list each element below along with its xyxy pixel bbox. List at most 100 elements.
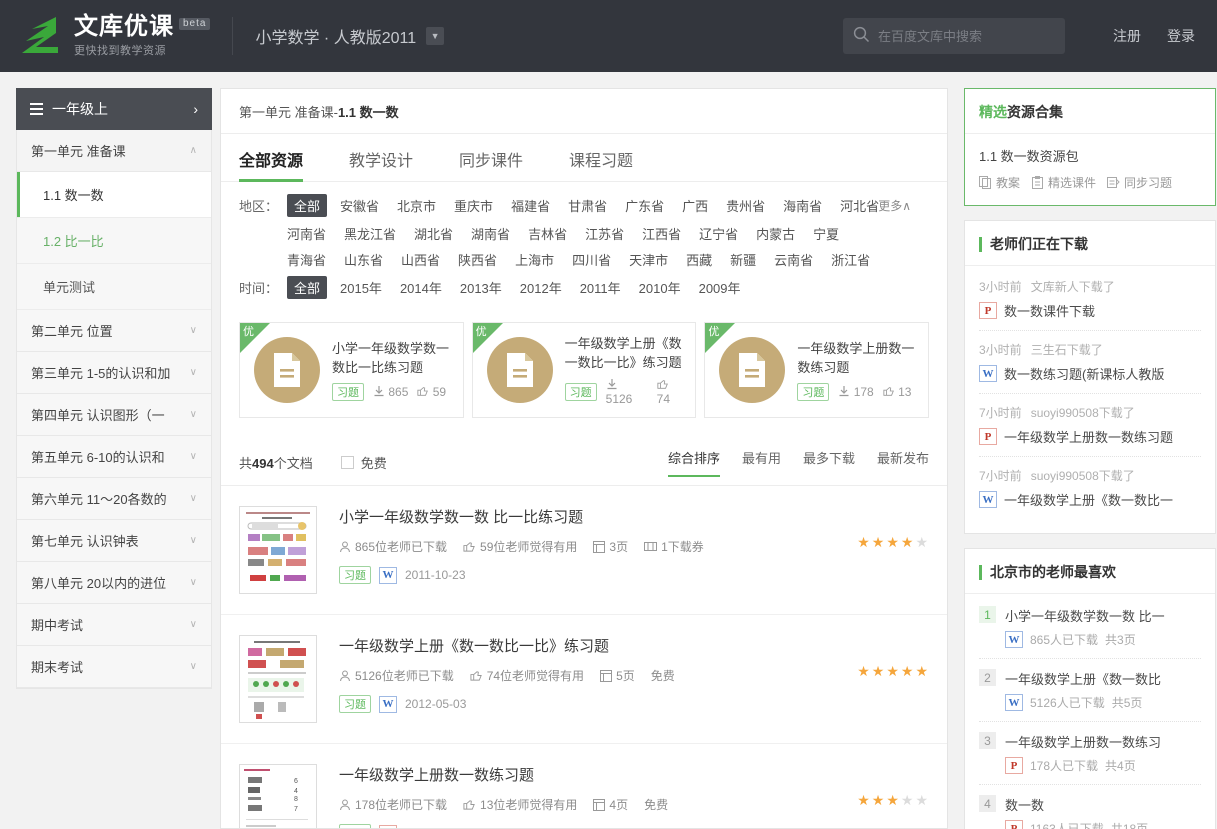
region-filter-item[interactable]: 山西省 <box>401 253 440 268</box>
time-filter-item[interactable]: 2014年 <box>400 281 442 296</box>
time-filter-item[interactable]: 2009年 <box>699 281 741 296</box>
chevron-down-icon: ∨ <box>190 451 197 462</box>
sidebar-unit-8[interactable]: 第八单元 20以内的进位∨ <box>17 562 211 604</box>
region-filter-item[interactable]: 内蒙古 <box>756 227 795 242</box>
downloading-item[interactable]: 7小时前suoyi990508下载了W一年级数学上册《数一数比一 <box>979 457 1201 519</box>
region-filter-item[interactable]: 河南省 <box>287 227 326 242</box>
region-filter-item[interactable]: 北京市 <box>397 199 436 214</box>
free-filter-checkbox[interactable]: 免费 <box>341 453 387 472</box>
search-box[interactable] <box>843 18 1065 54</box>
sidebar-unit-6[interactable]: 第六单元 11～20各数的∨ <box>17 478 211 520</box>
document-title[interactable]: 小学一年级数学数一数 比一比练习题 <box>339 506 929 527</box>
logo[interactable]: 文库优课 beta 更快找到教学资源 <box>0 13 210 59</box>
sidebar-lesson-3[interactable]: 单元测试 <box>17 264 211 310</box>
region-filter-item[interactable]: 湖北省 <box>414 227 453 242</box>
sidebar-unit-3[interactable]: 第三单元 1-5的认识和加∨ <box>17 352 211 394</box>
sidebar-unit-4[interactable]: 第四单元 认识图形（一∨ <box>17 394 211 436</box>
region-filter-item[interactable]: 山东省 <box>344 253 383 268</box>
region-more-toggle[interactable]: 更多∧ <box>878 197 911 214</box>
region-filter-item[interactable]: 新疆 <box>730 253 756 268</box>
document-thumbnail[interactable] <box>239 506 317 594</box>
region-filter-item[interactable]: 浙江省 <box>831 253 870 268</box>
sort-option[interactable]: 最新发布 <box>877 448 929 476</box>
sidebar-unit-1[interactable]: 第一单元 准备课∧ <box>17 130 211 172</box>
region-filter-item[interactable]: 甘肃省 <box>568 199 607 214</box>
region-filter-item[interactable]: 湖南省 <box>471 227 510 242</box>
pack-link-教案[interactable]: 教案 <box>979 174 1020 191</box>
region-filter-item[interactable]: 海南省 <box>783 199 822 214</box>
downloading-item[interactable]: 7小时前suoyi990508下载了P一年级数学上册数一数练习题 <box>979 394 1201 457</box>
sidebar-unit-9[interactable]: 期中考试∨ <box>17 604 211 646</box>
favorite-item[interactable]: 1小学一年级数学数一数 比一W865人已下载共3页 <box>979 596 1201 659</box>
register-link[interactable]: 注册 <box>1113 26 1141 46</box>
region-filter-item[interactable]: 四川省 <box>572 253 611 268</box>
sidebar-unit-5[interactable]: 第五单元 6-10的认识和∨ <box>17 436 211 478</box>
region-filter-item[interactable]: 上海市 <box>515 253 554 268</box>
document-title[interactable]: 一年级数学上册数一数练习题 <box>339 764 929 785</box>
course-selector[interactable]: 小学数学 · 人教版2011 ▼ <box>255 24 444 48</box>
search-input[interactable] <box>878 29 1055 44</box>
document-thumbnail[interactable]: 6487PPT <box>239 764 317 829</box>
time-filter-item[interactable]: 2015年 <box>340 281 382 296</box>
time-filter-item[interactable]: 2013年 <box>460 281 502 296</box>
region-filter-all[interactable]: 全部 <box>287 194 327 217</box>
favorite-item[interactable]: 2一年级数学上册《数一数比W5126人已下载共5页 <box>979 659 1201 722</box>
favorite-item[interactable]: 3一年级数学上册数一数练习P178人已下载共4页 <box>979 722 1201 785</box>
region-filter-item[interactable]: 重庆市 <box>454 199 493 214</box>
region-filter-item[interactable]: 江西省 <box>642 227 681 242</box>
sidebar-lesson-1[interactable]: 1.1 数一数 <box>17 172 211 218</box>
favorite-item[interactable]: 4数一数P1163人已下载共18页 <box>979 785 1201 829</box>
document-row[interactable]: 小学一年级数学数一数 比一比练习题865位老师已下载59位老师觉得有用3页 1下… <box>221 486 947 615</box>
region-filter-item[interactable]: 辽宁省 <box>699 227 738 242</box>
sidebar-lesson-2[interactable]: 1.2 比一比 <box>17 218 211 264</box>
tab-全部资源[interactable]: 全部资源 <box>239 147 303 181</box>
time-filter-all[interactable]: 全部 <box>287 276 327 299</box>
sort-option[interactable]: 最有用 <box>742 448 781 476</box>
region-filter-item[interactable]: 云南省 <box>774 253 813 268</box>
pack-title[interactable]: 1.1 数一数资源包 <box>979 146 1201 165</box>
sidebar-unit-7[interactable]: 第七单元 认识钟表∨ <box>17 520 211 562</box>
region-filter-item[interactable]: 天津市 <box>629 253 668 268</box>
favorite-downloads: 865人已下载 <box>1030 631 1098 648</box>
region-filter-item[interactable]: 黑龙江省 <box>344 227 396 242</box>
sidebar-unit-2[interactable]: 第二单元 位置∨ <box>17 310 211 352</box>
region-filter-item[interactable]: 广东省 <box>625 199 664 214</box>
region-filter-item[interactable]: 江苏省 <box>585 227 624 242</box>
featured-card[interactable]: 优一年级数学上册数一数练习题习题 178 13 <box>704 322 929 418</box>
pack-link-同步习题[interactable]: 同步习题 <box>1107 174 1172 191</box>
time-filter-item[interactable]: 2011年 <box>580 281 621 296</box>
region-filter-item[interactable]: 河北省 <box>840 199 879 214</box>
document-thumbnail[interactable] <box>239 635 317 723</box>
time-filter-item[interactable]: 2012年 <box>520 281 562 296</box>
like-count: 74 <box>657 378 686 406</box>
featured-card[interactable]: 优一年级数学上册《数一数比一比》练习题习题 5126 74 <box>472 322 697 418</box>
sort-option[interactable]: 最多下载 <box>803 448 855 476</box>
document-row[interactable]: 一年级数学上册《数一数比一比》练习题5126位老师已下载74位老师觉得有用5页免… <box>221 615 947 744</box>
breadcrumb-parent[interactable]: 第一单元 准备课- <box>239 102 338 121</box>
region-filter-item[interactable]: 西藏 <box>686 253 712 268</box>
document-title[interactable]: 一年级数学上册《数一数比一比》练习题 <box>339 635 929 656</box>
star-icon: ★ <box>886 534 900 551</box>
region-filter-item[interactable]: 吉林省 <box>528 227 567 242</box>
login-link[interactable]: 登录 <box>1167 26 1195 46</box>
grade-selector[interactable]: 一年级上 › <box>16 88 212 130</box>
region-filter-item[interactable]: 贵州省 <box>726 199 765 214</box>
downloading-item[interactable]: 3小时前三生石下载了W数一数练习题(新课标人教版 <box>979 331 1201 394</box>
pack-link-精选课件[interactable]: 精选课件 <box>1031 174 1096 191</box>
region-filter-item[interactable]: 青海省 <box>287 253 326 268</box>
document-row[interactable]: 6487PPT一年级数学上册数一数练习题178位老师已下载13位老师觉得有用4页… <box>221 744 947 829</box>
sidebar-unit-label: 第一单元 准备课 <box>31 141 126 160</box>
region-filter-item[interactable]: 安徽省 <box>340 199 379 214</box>
region-filter-item[interactable]: 福建省 <box>511 199 550 214</box>
featured-card[interactable]: 优小学一年级数学数一数比一比练习题习题 865 59 <box>239 322 464 418</box>
tab-课程习题[interactable]: 课程习题 <box>569 147 633 181</box>
region-filter-item[interactable]: 广西 <box>682 199 708 214</box>
region-filter-item[interactable]: 陕西省 <box>458 253 497 268</box>
time-filter-item[interactable]: 2010年 <box>639 281 681 296</box>
region-filter-item[interactable]: 宁夏 <box>813 227 839 242</box>
downloading-item[interactable]: 3小时前文库新人下载了P数一数课件下载 <box>979 268 1201 331</box>
tab-同步课件[interactable]: 同步课件 <box>459 147 523 181</box>
sort-option[interactable]: 综合排序 <box>668 448 720 476</box>
tab-教学设计[interactable]: 教学设计 <box>349 147 413 181</box>
sidebar-unit-10[interactable]: 期末考试∨ <box>17 646 211 688</box>
